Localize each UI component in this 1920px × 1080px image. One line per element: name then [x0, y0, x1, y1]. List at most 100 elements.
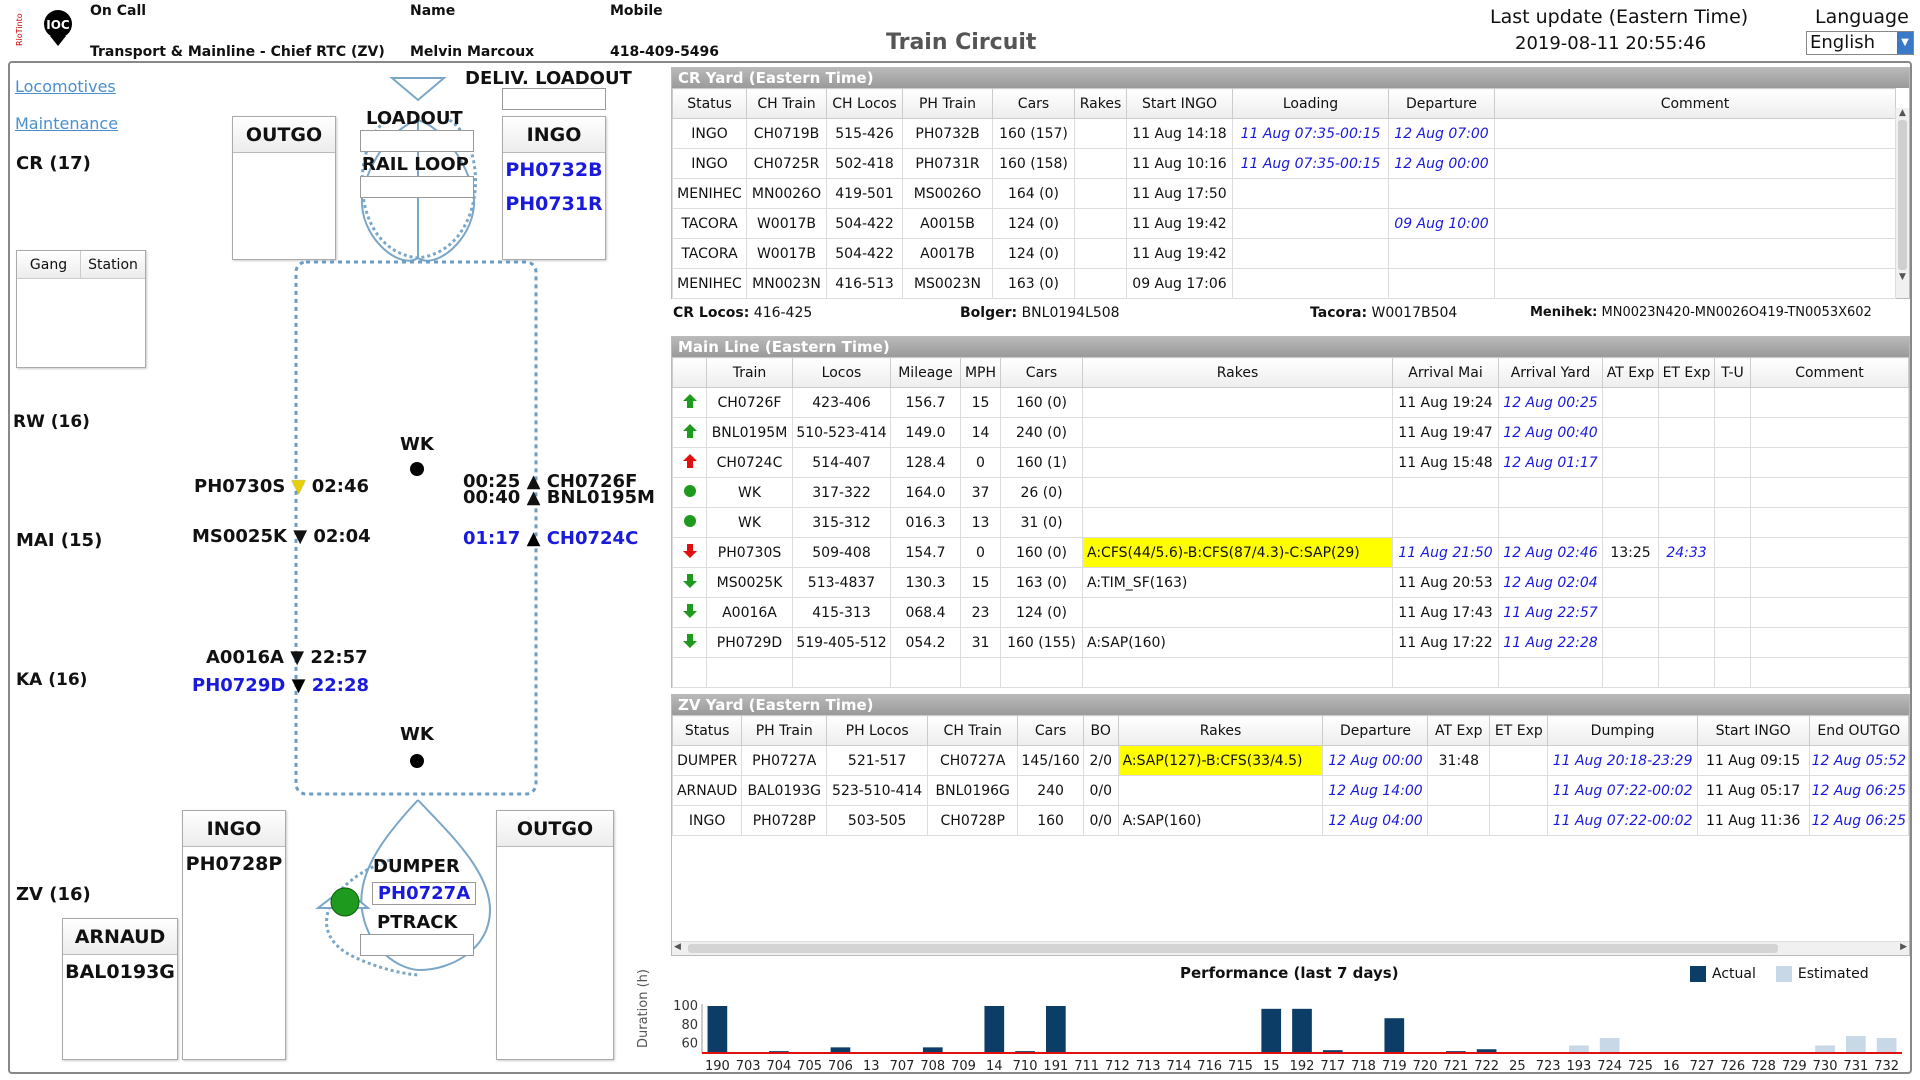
table-cell: CH0726F: [706, 387, 793, 418]
column-header[interactable]: CH Train: [746, 88, 827, 119]
table-row[interactable]: A0016A 415-313 068.4 23 124 (0) 11 Aug 17:43 1…: [672, 597, 1909, 628]
bar-actual[interactable]: [707, 1006, 728, 1053]
column-header[interactable]: AT Exp: [1427, 715, 1491, 746]
column-header[interactable]: Rakes: [1117, 715, 1324, 746]
column-header[interactable]: Dumping: [1547, 715, 1698, 746]
chevron-down-icon[interactable]: ▼: [1897, 32, 1913, 54]
bar-actual[interactable]: [1261, 1008, 1282, 1053]
table-row[interactable]: MENIHEC MN0023N 416-513 MS0023N 163 (0) 09 Au…: [672, 268, 1896, 299]
column-header[interactable]: ET Exp: [1489, 715, 1549, 746]
table-cell: 11 Aug 07:22-00:02: [1547, 775, 1698, 806]
column-header[interactable]: End OUTGO: [1808, 715, 1910, 746]
column-header[interactable]: Arrival Mai: [1392, 357, 1499, 388]
table-cell: CH0724C: [706, 447, 793, 478]
scroll-down-icon[interactable]: ▼: [1896, 272, 1909, 282]
column-header[interactable]: Status: [671, 715, 743, 746]
column-header[interactable]: Arrival Yard: [1498, 357, 1603, 388]
bar-estimated[interactable]: [1846, 1036, 1866, 1053]
table-row[interactable]: WK 317-322 164.0 37 26 (0): [672, 477, 1909, 508]
table-row[interactable]: ARNAUD BAL0193G 523-510-414 BNL0196G 240 0/0 1…: [671, 775, 1910, 806]
scroll-thumb[interactable]: [688, 944, 1778, 953]
up-train[interactable]: 01:17 ▲ CH0724C: [463, 528, 638, 549]
down-train[interactable]: PH0729D ▼ 22:28: [192, 675, 369, 696]
column-header[interactable]: PH Train: [902, 88, 993, 119]
ptrack-slot[interactable]: [360, 934, 474, 956]
column-header[interactable]: CH Locos: [826, 88, 903, 119]
column-header[interactable]: Departure: [1388, 88, 1495, 119]
language-select[interactable]: English ▼: [1806, 31, 1914, 55]
column-header[interactable]: Rakes: [1074, 88, 1127, 119]
arnaud-box[interactable]: ARNAUD BAL0193G: [62, 918, 178, 1060]
cr-yard-scrollbar[interactable]: ▲ ▼: [1895, 108, 1909, 298]
column-header[interactable]: BO: [1082, 715, 1119, 746]
column-header[interactable]: [672, 357, 707, 388]
bar-actual[interactable]: [1046, 1006, 1066, 1053]
bar-estimated[interactable]: [1599, 1037, 1620, 1053]
column-header[interactable]: Cars: [1017, 715, 1084, 746]
down-train[interactable]: MS0025K ▼ 02:04: [192, 526, 371, 547]
table-row[interactable]: MS0025K 513-4837 130.3 15 163 (0) A:TIM_SF(16…: [672, 567, 1909, 598]
loadout-slot[interactable]: [360, 130, 474, 152]
table-row[interactable]: TACORA W0017B 504-422 A0017B 124 (0) 11 Aug 1…: [672, 238, 1896, 269]
zv-ingo-box[interactable]: INGO PH0728P: [182, 810, 286, 1060]
arnaud-train[interactable]: BAL0193G: [63, 955, 177, 989]
table-row[interactable]: PH0730S 509-408 154.7 0 160 (0) A:CFS(44/5.6)…: [672, 537, 1909, 568]
table-cell: BAL0193G: [741, 775, 828, 806]
column-header[interactable]: ET Exp: [1658, 357, 1715, 388]
column-header[interactable]: Train: [706, 357, 793, 388]
column-header[interactable]: Cars: [1000, 357, 1083, 388]
bar-actual[interactable]: [1292, 1008, 1312, 1053]
up-train[interactable]: 00:40 ▲ BNL0195M: [463, 489, 655, 507]
table-row[interactable]: PH0729D 519-405-512 054.2 31 160 (155) A:SAP(…: [672, 627, 1909, 658]
train-position-marker-icon[interactable]: [330, 887, 360, 917]
table-row[interactable]: BNL0195M 510-523-414 149.0 14 240 (0) 11 Aug …: [672, 417, 1909, 448]
column-header[interactable]: PH Train: [741, 715, 828, 746]
bar-estimated[interactable]: [1569, 1045, 1589, 1053]
bar-estimated[interactable]: [1815, 1045, 1835, 1053]
table-row[interactable]: CH0726F 423-406 156.7 15 160 (0) 11 Aug 19:24…: [672, 387, 1909, 418]
column-header[interactable]: Departure: [1322, 715, 1429, 746]
bar-actual[interactable]: [1384, 1018, 1405, 1053]
column-header[interactable]: CH Train: [927, 715, 1019, 746]
scroll-thumb[interactable]: [1898, 120, 1907, 270]
table-row[interactable]: CH0724C 514-407 128.4 0 160 (1) 11 Aug 15:48 1…: [672, 447, 1909, 478]
scroll-left-icon[interactable]: ◀: [674, 942, 681, 952]
maintenance-link[interactable]: Maintenance: [15, 114, 118, 133]
down-train[interactable]: PH0730S ▼ 02:46: [194, 476, 369, 497]
column-header[interactable]: Status: [672, 88, 747, 119]
table-row[interactable]: DUMPER PH0727A 521-517 CH0727A 145/160 2/0 A:S…: [671, 745, 1910, 776]
table-row[interactable]: WK 315-312 016.3 13 31 (0): [672, 507, 1909, 538]
zv-outgo-box[interactable]: OUTGO: [496, 810, 614, 1060]
dumper-train[interactable]: PH0727A: [372, 882, 476, 905]
table-row[interactable]: INGO CH0719B 515-426 PH0732B 160 (157) 11 Aug…: [672, 118, 1896, 149]
bar-estimated[interactable]: [1876, 1037, 1897, 1053]
rail-loop-slot[interactable]: [360, 176, 474, 198]
column-header[interactable]: Start INGO: [1126, 88, 1233, 119]
column-header[interactable]: PH Locos: [826, 715, 929, 746]
table-cell: 2/0: [1082, 745, 1119, 776]
table-row[interactable]: TACORA W0017B 504-422 A0015B 124 (0) 11 Aug 1…: [672, 208, 1896, 239]
column-header[interactable]: MPH: [960, 357, 1001, 388]
table-cell: [1074, 238, 1127, 269]
column-header[interactable]: Mileage: [890, 357, 961, 388]
zv-ingo-train[interactable]: PH0728P: [183, 847, 285, 881]
bar-actual[interactable]: [984, 1006, 1005, 1053]
column-header[interactable]: Loading: [1232, 88, 1389, 119]
table-row[interactable]: INGO CH0725R 502-418 PH0731R 160 (158) 11 Aug…: [672, 148, 1896, 179]
deliv-loadout-slot[interactable]: [502, 88, 606, 110]
column-header[interactable]: Comment: [1494, 88, 1896, 119]
locomotives-link[interactable]: Locomotives: [15, 77, 116, 96]
scroll-up-icon[interactable]: ▲: [1896, 108, 1909, 118]
column-header[interactable]: AT Exp: [1602, 357, 1659, 388]
column-header[interactable]: Rakes: [1082, 357, 1393, 388]
table-row[interactable]: INGO PH0728P 503-505 CH0728P 160 0/0 A:SAP(160…: [671, 805, 1910, 836]
column-header[interactable]: Comment: [1750, 357, 1909, 388]
down-train[interactable]: A0016A ▼ 22:57: [206, 647, 368, 668]
column-header[interactable]: T-U: [1714, 357, 1751, 388]
column-header[interactable]: Locos: [792, 357, 891, 388]
table-row[interactable]: MENIHEC MN0026O 419-501 MS0026O 164 (0) 11 Au…: [672, 178, 1896, 209]
column-header[interactable]: Start INGO: [1696, 715, 1810, 746]
column-header[interactable]: Cars: [992, 88, 1075, 119]
zv-yard-hscrollbar[interactable]: ◀ ▶: [672, 941, 1909, 955]
scroll-right-icon[interactable]: ▶: [1900, 942, 1907, 952]
